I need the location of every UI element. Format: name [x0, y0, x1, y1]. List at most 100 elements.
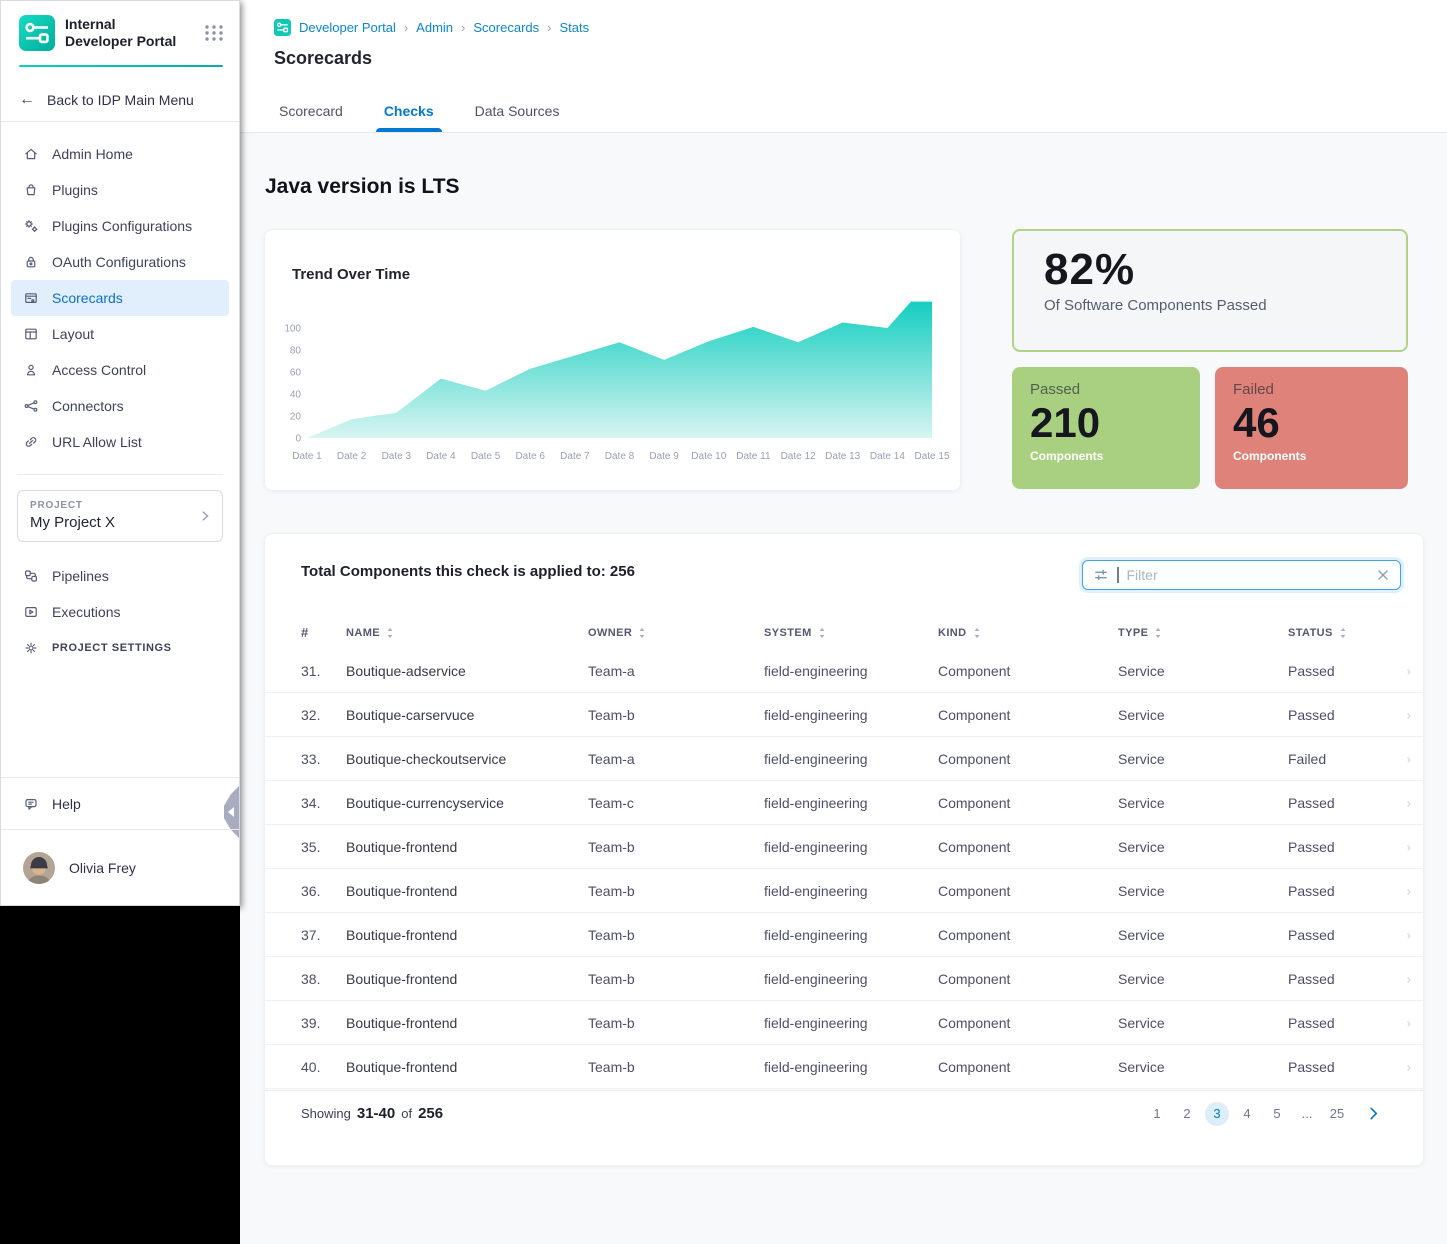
row-number: 36.	[301, 883, 346, 899]
gear-icon	[23, 640, 39, 656]
sort-icon[interactable]	[638, 627, 646, 639]
cell-type: Service	[1118, 971, 1288, 987]
failed-label: Failed	[1233, 381, 1390, 398]
table-footer: Showing 31-40 of 256 12345...25	[265, 1090, 1423, 1136]
table-row[interactable]: 31.Boutique-adserviceTeam-afield-enginee…	[265, 649, 1423, 693]
sidebar-item-plugins-configurations[interactable]: Plugins Configurations	[11, 208, 229, 244]
column-header-name[interactable]: NAME	[346, 627, 588, 639]
column-header-status[interactable]: STATUS	[1288, 627, 1403, 639]
pagination-ellipsis: ...	[1295, 1102, 1319, 1126]
user-name: Olivia Frey	[69, 860, 136, 876]
table-row[interactable]: 33.Boutique-checkoutserviceTeam-afield-e…	[265, 737, 1423, 781]
sidebar-item-scorecards[interactable]: Scorecards	[11, 280, 229, 316]
page-5[interactable]: 5	[1265, 1102, 1289, 1126]
sidebar-item-access-control[interactable]: Access Control	[11, 352, 229, 388]
svg-text:Date 12: Date 12	[781, 451, 816, 462]
page-25[interactable]: 25	[1325, 1102, 1349, 1126]
sidebar-item-connectors[interactable]: Connectors	[11, 388, 229, 424]
table-row[interactable]: 34.Boutique-currencyserviceTeam-cfield-e…	[265, 781, 1423, 825]
sort-icon[interactable]	[818, 627, 826, 639]
sidebar-item-oauth-configurations[interactable]: OAuth Configurations	[11, 244, 229, 280]
filter-input[interactable]	[1127, 567, 1369, 583]
table-row[interactable]: 40.Boutique-frontendTeam-bfield-engineer…	[265, 1045, 1423, 1089]
breadcrumb-separator: ›	[461, 20, 465, 35]
sidebar-item-url-allow-list[interactable]: URL Allow List	[11, 424, 229, 460]
sidebar-item-label: Plugins	[52, 182, 98, 198]
table-row[interactable]: 35.Boutique-frontendTeam-bfield-engineer…	[265, 825, 1423, 869]
sidebar-item-layout[interactable]: Layout	[11, 316, 229, 352]
sidebar-item-executions[interactable]: Executions	[11, 594, 229, 630]
cell-owner: Team-b	[588, 971, 764, 987]
execution-icon	[23, 604, 39, 620]
sidebar-item-label: PROJECT SETTINGS	[52, 642, 172, 654]
row-number: 31.	[301, 663, 346, 679]
svg-text:80: 80	[290, 346, 302, 357]
cell-kind: Component	[938, 927, 1118, 943]
cell-name: Boutique-frontend	[346, 927, 588, 943]
sidebar-item-plugins[interactable]: Plugins	[11, 172, 229, 208]
person-icon	[23, 362, 39, 378]
svg-text:Date 7: Date 7	[560, 451, 590, 462]
table-row[interactable]: 32.Boutique-carservuceTeam-bfield-engine…	[265, 693, 1423, 737]
table-row[interactable]: 36.Boutique-frontendTeam-bfield-engineer…	[265, 869, 1423, 913]
breadcrumb-separator: ›	[547, 20, 551, 35]
filter-sliders-icon[interactable]	[1093, 567, 1109, 583]
column-header-type[interactable]: TYPE	[1118, 627, 1288, 639]
sidebar-item-admin-home[interactable]: Admin Home	[11, 136, 229, 172]
passed-value: 210	[1030, 400, 1182, 446]
breadcrumb-item-developer-portal[interactable]: Developer Portal	[299, 20, 396, 35]
next-page-icon[interactable]	[1363, 1104, 1383, 1124]
column-header-owner[interactable]: OWNER	[588, 627, 764, 639]
breadcrumb-item-scorecards[interactable]: Scorecards	[473, 20, 539, 35]
sort-icon[interactable]	[1339, 627, 1347, 639]
idp-logo-icon[interactable]	[19, 15, 55, 51]
trend-chart-card: Trend Over Time 020406080100Date 1Date 2…	[264, 229, 961, 491]
layout-icon	[23, 326, 39, 342]
cell-name: Boutique-frontend	[346, 883, 588, 899]
page-2[interactable]: 2	[1175, 1102, 1199, 1126]
cell-system: field-engineering	[764, 663, 938, 679]
breadcrumb-item-admin[interactable]: Admin	[416, 20, 453, 35]
back-to-main-menu[interactable]: ← Back to IDP Main Menu	[1, 78, 239, 122]
column-header-[interactable]: #	[301, 625, 346, 640]
row-number: 37.	[301, 927, 346, 943]
sidebar-item-label: OAuth Configurations	[52, 254, 186, 270]
sort-icon[interactable]	[386, 627, 394, 639]
page-1[interactable]: 1	[1145, 1102, 1169, 1126]
tab-data-sources[interactable]: Data Sources	[473, 103, 562, 132]
sidebar-item-pipelines[interactable]: Pipelines	[11, 558, 229, 594]
cell-owner: Team-b	[588, 927, 764, 943]
showing-summary: Showing 31-40 of 256	[301, 1105, 443, 1122]
help-button[interactable]: Help	[1, 777, 239, 829]
sort-icon[interactable]	[1154, 627, 1162, 639]
table-title: Total Components this check is applied t…	[301, 563, 635, 580]
gears-icon	[23, 218, 39, 234]
page-4[interactable]: 4	[1235, 1102, 1259, 1126]
table-row[interactable]: 39.Boutique-frontendTeam-bfield-engineer…	[265, 1001, 1423, 1045]
user-menu[interactable]: Olivia Frey	[1, 829, 239, 905]
tab-checks[interactable]: Checks	[382, 103, 436, 132]
cell-status: Passed	[1288, 927, 1403, 943]
cell-kind: Component	[938, 663, 1118, 679]
app-switcher-icon[interactable]	[203, 22, 225, 44]
sidebar-item-project-settings[interactable]: PROJECT SETTINGS	[11, 630, 229, 666]
column-header-kind[interactable]: KIND	[938, 627, 1118, 639]
breadcrumb-item-stats[interactable]: Stats	[559, 20, 589, 35]
app-title: Internal Developer Portal	[65, 16, 193, 51]
sidebar-item-label: Plugins Configurations	[52, 218, 192, 234]
column-header-system[interactable]: SYSTEM	[764, 627, 938, 639]
table-row[interactable]: 38.Boutique-frontendTeam-bfield-engineer…	[265, 957, 1423, 1001]
tab-scorecard[interactable]: Scorecard	[277, 103, 345, 132]
table-row[interactable]: 37.Boutique-frontendTeam-bfield-engineer…	[265, 913, 1423, 957]
breadcrumb-logo-icon	[274, 19, 291, 36]
components-table-card: Total Components this check is applied t…	[264, 533, 1424, 1166]
passed-label: Passed	[1030, 381, 1182, 398]
column-label: #	[301, 625, 309, 640]
sort-icon[interactable]	[973, 627, 981, 639]
chevron-right-icon	[198, 509, 212, 523]
clear-filter-icon[interactable]	[1376, 568, 1390, 582]
page-3[interactable]: 3	[1205, 1102, 1229, 1126]
cell-type: Service	[1118, 839, 1288, 855]
project-selector[interactable]: PROJECT My Project X	[17, 490, 223, 542]
svg-text:Date 14: Date 14	[870, 451, 905, 462]
